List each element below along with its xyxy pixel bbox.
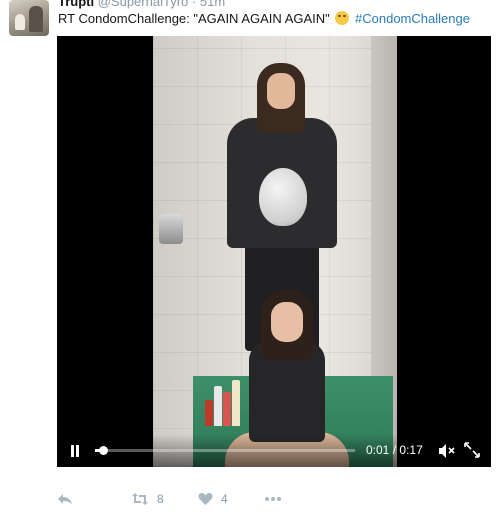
current-time: 0:01 <box>366 443 390 457</box>
like-count: 4 <box>221 492 228 506</box>
video-controls: 0:01 / 0:17 <box>57 434 491 467</box>
retweet-button[interactable]: 8 <box>131 487 164 511</box>
like-button[interactable]: 4 <box>198 487 228 511</box>
progress-knob[interactable] <box>99 446 108 455</box>
hashtag-link[interactable]: #CondomChallenge <box>355 11 470 26</box>
retweet-count: 8 <box>157 492 164 506</box>
tweet-text-body: RT CondomChallenge: "AGAIN AGAIN AGAIN" <box>58 11 330 26</box>
expand-icon[interactable] <box>463 441 481 459</box>
reply-icon <box>58 494 72 505</box>
tweet-header: Trupti @SupernalTyro · 51m <box>58 0 225 9</box>
faucet-image <box>159 214 183 244</box>
tweet-text: RT CondomChallenge: "AGAIN AGAIN AGAIN" … <box>58 11 470 26</box>
video-player[interactable]: 0:01 / 0:17 <box>57 36 491 467</box>
heart-icon <box>198 493 213 505</box>
video-frame <box>153 36 397 467</box>
time-separator: / <box>392 443 397 457</box>
laughing-emoji-icon <box>335 11 350 25</box>
author-name[interactable]: Trupti <box>58 0 94 9</box>
tweet-time[interactable]: 51m <box>200 0 225 9</box>
pause-icon[interactable] <box>69 445 81 458</box>
video-progress-bar[interactable] <box>95 446 355 455</box>
video-time: 0:01 / 0:17 <box>366 443 423 457</box>
retweet-icon <box>132 493 148 505</box>
author-handle[interactable]: @SupernalTyro <box>98 0 189 9</box>
duration: 0:17 <box>399 443 423 457</box>
avatar[interactable] <box>9 0 49 36</box>
more-icon <box>265 497 281 501</box>
reply-button[interactable] <box>57 487 73 511</box>
volume-muted-icon[interactable] <box>438 443 456 459</box>
separator: · <box>191 0 197 9</box>
more-button[interactable] <box>264 487 282 511</box>
